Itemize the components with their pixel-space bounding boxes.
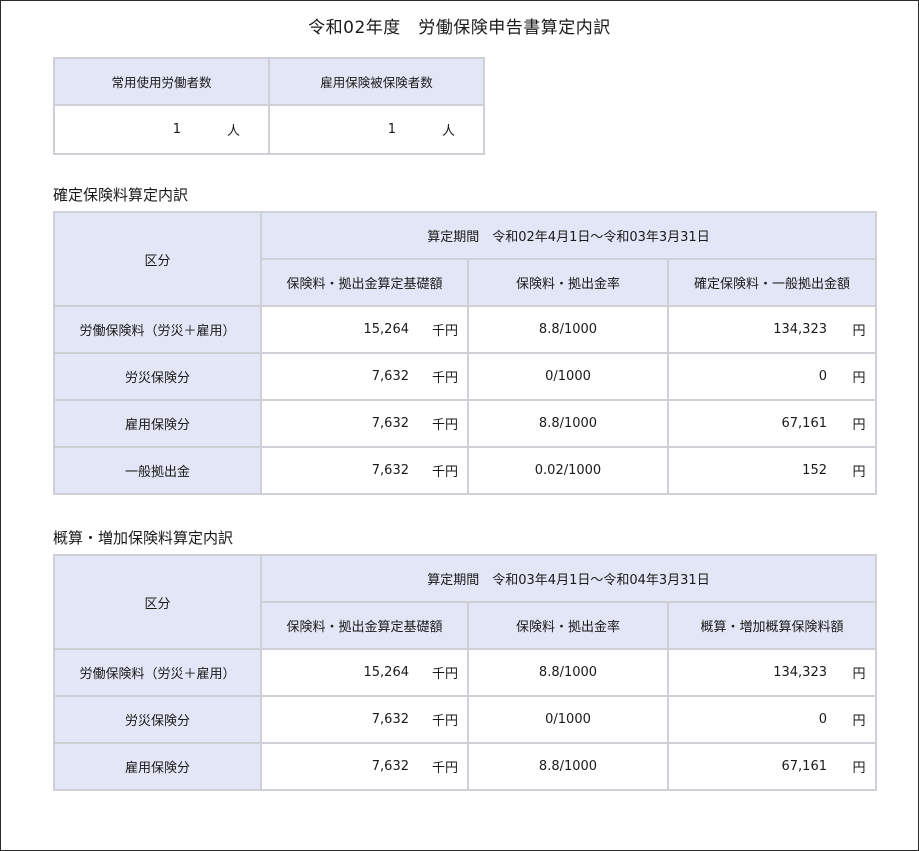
row-amount-unit: 円 <box>852 761 866 776</box>
regular-workers-cell: 1人 <box>53 104 270 155</box>
row-base-cell: 7,632 千円 <box>260 352 469 401</box>
kakutei-amount-header: 確定保険料・一般拠出金額 <box>667 258 877 307</box>
row-amount: 0 <box>818 712 827 727</box>
row-amount-unit: 円 <box>852 667 866 682</box>
kakutei-table: 区分 算定期間 令和02年4月1日～令和03年3月31日 保険料・拠出金算定基礎… <box>53 211 877 495</box>
row-base-unit: 千円 <box>431 667 458 682</box>
row-base: 7,632 <box>371 759 409 774</box>
row-amount-cell: 0円 <box>667 352 877 401</box>
table-row: 労働保険料（労災＋雇用） 15,264 千円 8.8/1000 134,323 円 <box>53 305 877 354</box>
row-base-unit: 千円 <box>431 465 458 480</box>
row-category: 労災保険分 <box>53 352 262 401</box>
gaisan-category-header: 区分 <box>53 554 262 650</box>
row-base: 7,632 <box>371 416 409 431</box>
row-base-unit: 千円 <box>431 714 458 729</box>
row-rate: 8.8/1000 <box>467 648 669 697</box>
row-base-unit: 千円 <box>431 324 458 339</box>
row-category: 雇用保険分 <box>53 399 262 448</box>
row-base-cell: 15,264 千円 <box>260 648 469 697</box>
row-amount: 67,161 <box>781 416 828 431</box>
row-base: 15,264 <box>363 322 410 337</box>
row-amount-unit: 円 <box>852 465 866 480</box>
row-rate: 8.8/1000 <box>467 399 669 448</box>
row-rate: 8.8/1000 <box>467 742 669 791</box>
row-amount-unit: 円 <box>852 418 866 433</box>
row-base-cell: 7,632 千円 <box>260 446 469 495</box>
row-rate: 0.02/1000 <box>467 446 669 495</box>
gaisan-amount-header: 概算・増加概算保険料額 <box>667 601 877 650</box>
table-row: 労災保険分 7,632 千円 0/1000 0円 <box>53 695 877 744</box>
row-base-cell: 15,264 千円 <box>260 305 469 354</box>
row-amount-cell: 134,323 円 <box>667 648 877 697</box>
row-amount: 134,323 <box>773 322 827 337</box>
row-base: 7,632 <box>371 712 409 727</box>
row-base: 15,264 <box>363 665 410 680</box>
table-row: 雇用保険分 7,632 千円 8.8/1000 67,161 円 <box>53 742 877 791</box>
insured-workers-unit: 人 <box>441 124 455 139</box>
row-base-unit: 千円 <box>431 418 458 433</box>
kakutei-base-header: 保険料・拠出金算定基礎額 <box>260 258 469 307</box>
header-regular-workers: 常用使用労働者数 <box>53 57 270 106</box>
row-amount-unit: 円 <box>852 324 866 339</box>
row-rate: 0/1000 <box>467 695 669 744</box>
table-row: 雇用保険分 7,632 千円 8.8/1000 67,161 円 <box>53 399 877 448</box>
row-category: 雇用保険分 <box>53 742 262 791</box>
row-amount: 134,323 <box>773 665 827 680</box>
regular-workers-unit: 人 <box>226 124 240 139</box>
kakutei-period: 算定期間 令和02年4月1日～令和03年3月31日 <box>260 211 877 260</box>
row-amount: 67,161 <box>781 759 828 774</box>
row-category: 労災保険分 <box>53 695 262 744</box>
gaisan-heading: 概算・増加保険料算定内訳 <box>53 529 234 547</box>
insured-workers-cell: 1人 <box>268 104 485 155</box>
gaisan-period: 算定期間 令和03年4月1日～令和04年3月31日 <box>260 554 877 603</box>
row-base-cell: 7,632 千円 <box>260 742 469 791</box>
row-amount: 0 <box>818 369 827 384</box>
row-category: 労働保険料（労災＋雇用） <box>53 648 262 697</box>
row-amount-cell: 67,161 円 <box>667 742 877 791</box>
regular-workers-count: 1 <box>172 122 181 137</box>
kakutei-heading: 確定保険料算定内訳 <box>53 186 189 204</box>
row-base-cell: 7,632 千円 <box>260 695 469 744</box>
row-base-cell: 7,632 千円 <box>260 399 469 448</box>
kakutei-category-header: 区分 <box>53 211 262 307</box>
row-category: 一般拠出金 <box>53 446 262 495</box>
row-base-unit: 千円 <box>431 371 458 386</box>
table-row: 労災保険分 7,632 千円 0/1000 0円 <box>53 352 877 401</box>
kakutei-rate-header: 保険料・拠出金率 <box>467 258 669 307</box>
gaisan-base-header: 保険料・拠出金算定基礎額 <box>260 601 469 650</box>
row-base: 7,632 <box>371 369 409 384</box>
page-title: 令和02年度 労働保険申告書算定内訳 <box>308 18 611 38</box>
workers-table: 常用使用労働者数 雇用保険被保険者数 1人 1人 <box>53 57 485 155</box>
table-row: 労働保険料（労災＋雇用） 15,264 千円 8.8/1000 134,323 円 <box>53 648 877 697</box>
row-rate: 0/1000 <box>467 352 669 401</box>
row-rate: 8.8/1000 <box>467 305 669 354</box>
row-base-unit: 千円 <box>431 761 458 776</box>
row-amount-cell: 152 円 <box>667 446 877 495</box>
gaisan-rate-header: 保険料・拠出金率 <box>467 601 669 650</box>
table-row: 一般拠出金 7,632 千円 0.02/1000 152 円 <box>53 446 877 495</box>
row-category: 労働保険料（労災＋雇用） <box>53 305 262 354</box>
header-insured-workers: 雇用保険被保険者数 <box>268 57 485 106</box>
row-base: 7,632 <box>371 463 409 478</box>
row-amount-unit: 円 <box>852 371 866 386</box>
row-amount-unit: 円 <box>852 714 866 729</box>
insured-workers-count: 1 <box>387 122 396 137</box>
gaisan-table: 区分 算定期間 令和03年4月1日～令和04年3月31日 保険料・拠出金算定基礎… <box>53 554 877 791</box>
row-amount-cell: 134,323 円 <box>667 305 877 354</box>
row-amount: 152 <box>802 463 827 478</box>
row-amount-cell: 67,161 円 <box>667 399 877 448</box>
row-amount-cell: 0円 <box>667 695 877 744</box>
